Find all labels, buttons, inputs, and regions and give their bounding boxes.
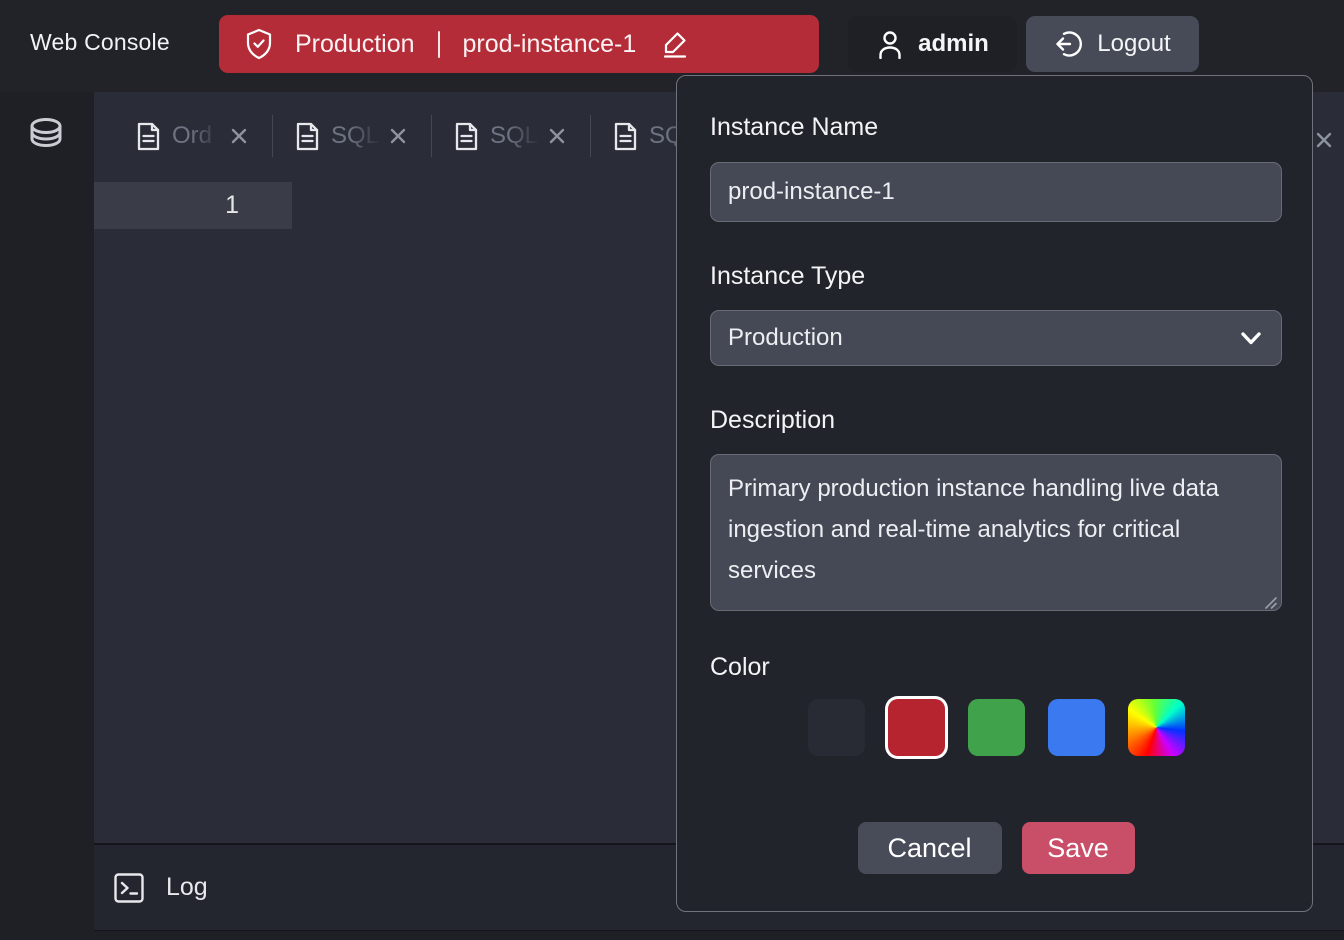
close-icon[interactable] [1313,129,1335,151]
terminal-icon [113,872,145,904]
edit-instance-modal: Instance Name Instance Type Production D… [676,75,1313,912]
color-swatch-default[interactable] [808,699,865,756]
user-button[interactable]: admin [848,16,1017,72]
tab-label: Ord [172,122,224,150]
tab-label: SQL [331,122,383,150]
color-field-label: Color [710,653,1282,682]
bottom-strip [94,930,1344,940]
close-icon[interactable] [387,125,409,147]
badge-divider [438,31,440,58]
instance-name-input[interactable] [710,162,1282,222]
description-wrapper: Primary production instance handling liv… [710,454,1282,616]
instance-badge[interactable]: Production prod-instance-1 [219,15,819,73]
instance-type-label: Production [295,30,415,59]
log-panel-label: Log [166,873,208,902]
instance-name-field-label: Instance Name [710,113,1282,142]
description-field-label: Description [710,406,1282,435]
user-button-label: admin [918,30,989,58]
file-icon [136,122,161,151]
save-button[interactable]: Save [1022,822,1135,874]
cancel-button[interactable]: Cancel [858,822,1002,874]
left-sidebar [0,92,94,940]
modal-button-row: Cancel Save [710,822,1282,874]
shield-check-icon [244,28,274,60]
tab-sql-2[interactable]: SQL [432,122,590,151]
logout-icon [1054,29,1084,59]
close-icon[interactable] [546,125,568,147]
app-title: Web Console [30,29,170,56]
line-number: 1 [225,182,239,229]
tab-sql-1[interactable]: SQL [273,122,431,151]
logout-button[interactable]: Logout [1026,16,1199,72]
tab-orders[interactable]: Ord [114,122,272,151]
color-swatch-blue[interactable] [1048,699,1105,756]
chevron-down-icon [1241,332,1261,345]
web-console-app: Web Console Production prod-instance-1 [0,0,1344,940]
user-icon [876,29,904,59]
edit-pencil-icon[interactable] [660,29,690,59]
database-icon[interactable] [26,116,66,162]
file-icon [454,122,479,151]
color-swatch-custom[interactable] [1128,699,1185,756]
description-textarea[interactable]: Primary production instance handling liv… [710,454,1282,611]
logout-button-label: Logout [1097,30,1170,58]
tab-label: SQL [490,122,542,150]
file-icon [295,122,320,151]
active-line-gutter: 1 [94,182,292,229]
close-icon[interactable] [228,125,250,147]
file-icon [613,122,638,151]
color-swatch-row [710,699,1282,756]
instance-type-field-label: Instance Type [710,262,1282,291]
color-swatch-green[interactable] [968,699,1025,756]
instance-type-selected-value: Production [728,324,843,352]
color-swatch-red[interactable] [888,699,945,756]
instance-name-label: prod-instance-1 [463,30,637,59]
instance-type-select[interactable]: Production [710,310,1282,366]
resize-handle-icon[interactable] [1265,597,1277,609]
